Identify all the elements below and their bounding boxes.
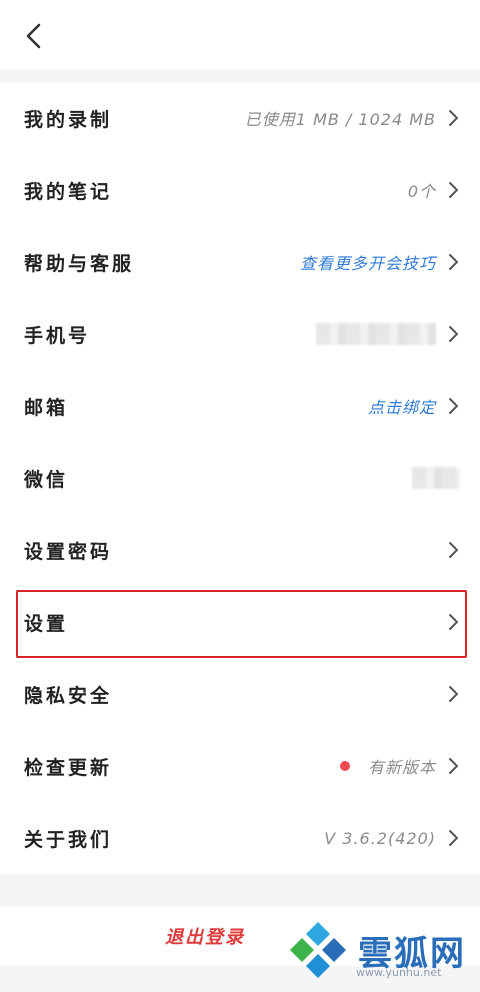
chevron-right-icon [449,398,458,414]
help-tips-link[interactable]: 查看更多开会技巧 [300,250,436,274]
menu-item-label: 微信 [24,468,69,491]
chevron-right-icon [449,758,458,774]
menu-item-label: 帮助与客服 [24,252,135,275]
watermark-url: www.yunhu.net [356,966,442,979]
chevron-right-icon [449,614,458,630]
chevron-right-icon [449,182,458,198]
menu-item-label: 我的录制 [24,108,113,131]
notes-count-value: 0个 [407,182,436,201]
menu-item-about[interactable]: 关于我们 V 3.6.2(420) [0,802,480,874]
menu-item-wechat[interactable]: 微信 [0,442,480,514]
chevron-right-icon [449,686,458,702]
menu-item-settings[interactable]: 设置 [0,586,480,658]
menu-item-privacy[interactable]: 隐私安全 [0,658,480,730]
logout-button[interactable]: 退出登录 [165,923,245,949]
site-watermark: 雲狐网 www.yunhu.net [286,914,480,986]
storage-usage-value: 已使用1 MB / 1024 MB [244,110,436,129]
chevron-right-icon [449,110,458,126]
app-version-value: V 3.6.2(420) [324,828,436,848]
menu-item-label: 隐私安全 [24,684,113,707]
blurred-wechat-name [412,467,460,489]
chevron-right-icon [449,830,458,846]
menu-item-label: 手机号 [24,324,91,347]
chevron-right-icon [449,254,458,270]
menu-item-label: 我的笔记 [24,180,113,203]
menu-item-label: 设置密码 [24,540,113,563]
menu-item-label: 设置 [24,612,69,635]
blurred-phone-number [316,323,436,345]
menu-item-email[interactable]: 邮箱 点击绑定 [0,370,480,442]
back-button[interactable] [18,20,50,52]
menu-item-help[interactable]: 帮助与客服 查看更多开会技巧 [0,226,480,298]
chevron-right-icon [449,542,458,558]
chevron-right-icon [449,326,458,342]
menu-item-notes[interactable]: 我的笔记 0个 [0,154,480,226]
bind-email-link[interactable]: 点击绑定 [368,394,436,418]
menu-item-set-password[interactable]: 设置密码 [0,514,480,586]
menu-item-phone[interactable]: 手机号 [0,298,480,370]
update-badge-dot [339,761,350,771]
menu-item-label: 关于我们 [24,828,113,851]
settings-list: 我的录制 已使用1 MB / 1024 MB 我的笔记 0个 帮助与客服 查看更… [0,82,480,874]
menu-item-label: 邮箱 [24,396,69,419]
update-status-value: 有新版本 [367,758,436,777]
menu-item-label: 检查更新 [24,756,113,779]
chevron-left-icon [26,23,41,49]
top-bar [0,0,480,70]
menu-item-recording[interactable]: 我的录制 已使用1 MB / 1024 MB [0,82,480,154]
watermark-logo-icon [290,922,346,978]
menu-item-check-update[interactable]: 检查更新 有新版本 [0,730,480,802]
